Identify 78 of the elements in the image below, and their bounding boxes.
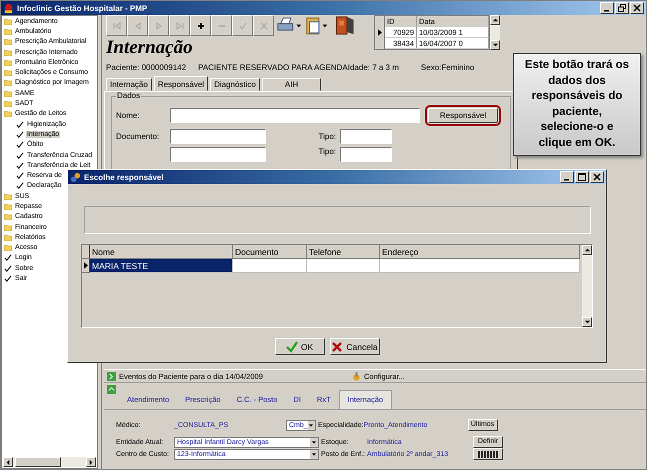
last-tool-button[interactable] [169, 15, 190, 36]
plus-icon [196, 20, 206, 30]
tab[interactable]: Diagnóstico [210, 78, 260, 91]
table-cell[interactable] [307, 259, 380, 273]
group-title: Dados [116, 92, 142, 100]
cancel-tool-button[interactable] [253, 15, 274, 36]
dropdown-arrow-icon [311, 452, 317, 456]
responsible-button[interactable]: Responsável [428, 108, 498, 123]
prev-tool-button[interactable] [127, 15, 148, 36]
dropdown-arrow-icon [311, 440, 317, 444]
plus-tool-button[interactable] [190, 15, 211, 36]
table-cell[interactable] [380, 259, 580, 273]
horizontal-scrollbar[interactable] [3, 457, 96, 467]
field-label: Tipo: [318, 132, 337, 141]
check-tool-button[interactable] [232, 15, 253, 36]
vertical-scrollbar[interactable] [490, 15, 500, 50]
field-label: Tipo: [318, 147, 337, 156]
page-title: Internação [104, 37, 193, 59]
maximize-button[interactable] [575, 171, 589, 183]
expand-icon[interactable] [107, 372, 116, 380]
tab[interactable]: Internação [106, 78, 152, 91]
input-field[interactable] [340, 129, 392, 144]
ok-button[interactable]: OK [274, 338, 324, 355]
checkmark-icon [238, 20, 248, 30]
skip-start-icon [112, 20, 122, 30]
triangle-left-icon [132, 20, 142, 30]
wrench-icon[interactable] [352, 372, 361, 380]
skip-end-icon [174, 20, 184, 30]
collapse-icon[interactable] [107, 385, 116, 394]
barcode-icon [478, 450, 498, 458]
window-title: Infoclinic Gestão Hospitalar - PMP [17, 4, 148, 12]
field-label: Documento: [116, 132, 160, 141]
input-field[interactable] [170, 129, 266, 144]
vertical-scrollbar[interactable] [582, 245, 592, 327]
close-button[interactable] [590, 171, 604, 183]
tab[interactable]: AIH [262, 78, 322, 91]
row-pointer-icon [84, 262, 88, 269]
input-field[interactable] [170, 108, 420, 123]
cancel-button[interactable]: Cancela [330, 338, 380, 355]
minus-tool-button[interactable] [211, 15, 232, 36]
arrow-right-icon [88, 458, 94, 466]
close-icon [593, 173, 601, 181]
table-cell[interactable]: MARIA TESTE [90, 259, 233, 273]
close-button[interactable] [630, 2, 644, 14]
maximize-icon [578, 173, 586, 181]
arrow-up-icon [492, 17, 498, 23]
restore-button[interactable] [615, 2, 629, 14]
patient-sex: Sexo:Feminino [420, 63, 474, 72]
dialog-icon [70, 172, 81, 182]
clipboard-icon[interactable] [304, 15, 330, 36]
patient-status: PACIENTE RESERVADO PARA AGENDA [198, 63, 348, 72]
field-label: Nome: [116, 111, 141, 120]
arrow-down-icon [584, 319, 590, 325]
patient-age: Idade: 7 a 3 m [348, 63, 399, 72]
input-field[interactable] [340, 147, 392, 162]
input-field[interactable] [170, 147, 266, 162]
minimize-button[interactable] [560, 171, 574, 183]
arrow-down-icon [492, 42, 498, 48]
first-tool-button[interactable] [106, 15, 127, 36]
checkmark-icon [286, 340, 298, 352]
dropdown-arrow-icon [308, 422, 314, 428]
dialog-title: Escolhe responsável [84, 172, 165, 182]
triangle-right-icon [154, 20, 164, 30]
restore-icon [618, 4, 626, 12]
minimize-button[interactable] [600, 2, 614, 14]
close-icon [633, 4, 641, 12]
patient-id: Paciente: 0000009142 [106, 63, 186, 72]
barcode-button[interactable] [473, 448, 503, 460]
cross-icon [331, 340, 344, 352]
arrow-left-icon [5, 458, 11, 466]
app-logo-icon [3, 2, 14, 14]
arrow-up-icon [584, 247, 590, 253]
table-cell[interactable] [233, 259, 307, 273]
callout-box: Este botão trará os dados dos responsáveis do paciente, selecione-o e clique em OK. [513, 53, 641, 156]
cross-icon [258, 20, 268, 30]
tab[interactable]: Responsável [154, 76, 208, 91]
next-tool-button[interactable] [148, 15, 169, 36]
row-pointer-icon [378, 29, 382, 36]
